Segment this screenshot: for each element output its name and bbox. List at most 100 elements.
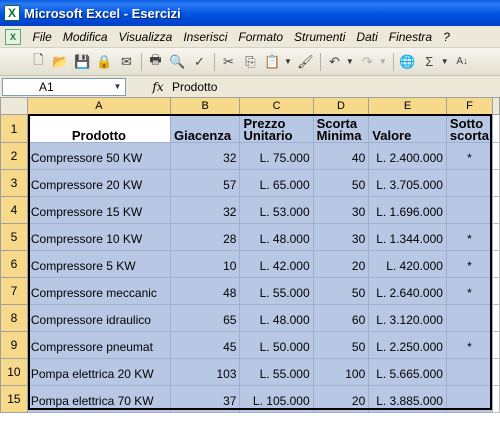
- cell-g[interactable]: [491, 196, 500, 224]
- cell-f[interactable]: *: [445, 142, 493, 170]
- cell-c[interactable]: L. 48.000: [239, 223, 314, 251]
- cell-a[interactable]: Pompa elettrica 70 KW: [26, 385, 171, 413]
- column-header-b[interactable]: B: [169, 97, 241, 115]
- cell-b[interactable]: 32: [169, 196, 241, 224]
- cell-c[interactable]: L. 65.000: [239, 169, 314, 197]
- new-icon[interactable]: 🗋: [28, 51, 49, 72]
- cell-f[interactable]: *: [445, 223, 493, 251]
- cell-a[interactable]: Compressore 15 KW: [26, 196, 171, 224]
- cell-g[interactable]: [491, 142, 500, 170]
- workbook-icon[interactable]: X: [5, 28, 21, 45]
- cell-a[interactable]: Compressore 10 KW: [26, 223, 171, 251]
- cell-a[interactable]: Compressore 50 KW: [26, 142, 171, 170]
- cell-e[interactable]: L. 3.705.000: [368, 169, 447, 197]
- email-icon[interactable]: ✉: [116, 51, 137, 72]
- print-icon[interactable]: 🖶: [145, 51, 166, 72]
- menu-file[interactable]: File: [27, 30, 57, 44]
- row-header[interactable]: 1: [0, 114, 28, 143]
- copy-icon[interactable]: ⎘: [240, 51, 261, 72]
- cell-b[interactable]: 103: [169, 358, 241, 386]
- cell-c[interactable]: L. 55.000: [239, 277, 314, 305]
- cell-f[interactable]: [445, 304, 493, 332]
- autosum-dropdown-icon[interactable]: ▼: [441, 57, 449, 66]
- cell-e[interactable]: L. 3.120.000: [368, 304, 447, 332]
- cell-a[interactable]: Compressore 5 KW: [26, 250, 171, 278]
- open-icon[interactable]: 📂: [50, 51, 71, 72]
- menu-help[interactable]: ?: [438, 30, 456, 44]
- cell-d[interactable]: 30: [312, 223, 370, 251]
- cell-e[interactable]: L. 1.696.000: [368, 196, 447, 224]
- menu-formato[interactable]: Formato: [233, 30, 289, 44]
- row-header[interactable]: 3: [0, 169, 28, 197]
- autosum-icon[interactable]: Σ: [419, 51, 440, 72]
- cell-d[interactable]: 30: [312, 196, 370, 224]
- cell-c[interactable]: L. 105.000: [239, 385, 314, 413]
- paste-icon[interactable]: 📋: [262, 51, 283, 72]
- cell-g[interactable]: [491, 250, 500, 278]
- cell-c[interactable]: L. 55.000: [239, 358, 314, 386]
- spelling-icon[interactable]: ✓: [189, 51, 210, 72]
- column-header-e[interactable]: E: [368, 97, 447, 115]
- cell-g[interactable]: [491, 385, 500, 413]
- cell-g[interactable]: [491, 358, 500, 386]
- format-painter-icon[interactable]: 🖌: [295, 51, 316, 72]
- cell-f[interactable]: [445, 169, 493, 197]
- cell-c[interactable]: L. 42.000: [239, 250, 314, 278]
- cell-a1[interactable]: Prodotto: [26, 114, 171, 143]
- cell-e[interactable]: L. 2.400.000: [368, 142, 447, 170]
- hyperlink-icon[interactable]: 🌐: [397, 51, 418, 72]
- menu-dati[interactable]: Dati: [351, 30, 383, 44]
- cell-d[interactable]: 50: [312, 331, 370, 359]
- column-header-g[interactable]: [491, 97, 500, 115]
- select-all-corner[interactable]: [0, 97, 28, 115]
- cell-d[interactable]: 50: [312, 169, 370, 197]
- redo-icon[interactable]: ↷: [357, 51, 378, 72]
- cell-e1[interactable]: Valore: [368, 114, 447, 143]
- column-header-c[interactable]: C: [239, 97, 314, 115]
- cell-g[interactable]: [491, 169, 500, 197]
- insert-function-icon[interactable]: fx: [146, 80, 170, 94]
- cell-e[interactable]: L. 2.250.000: [368, 331, 447, 359]
- worksheet-grid[interactable]: A B C D E F 1 Prodotto Giacenza Prezzo Un…: [0, 97, 500, 422]
- cell-b[interactable]: 45: [169, 331, 241, 359]
- cell-g1[interactable]: [491, 114, 500, 143]
- cell-f1[interactable]: Sotto scorta: [445, 114, 493, 143]
- cell-b[interactable]: 48: [169, 277, 241, 305]
- cell-a[interactable]: Compressore idraulico: [26, 304, 171, 332]
- menu-modifica[interactable]: Modifica: [57, 30, 113, 44]
- cell-e[interactable]: L. 2.640.000: [368, 277, 447, 305]
- cell-d[interactable]: 20: [312, 250, 370, 278]
- column-header-f[interactable]: F: [445, 97, 493, 115]
- chevron-down-icon[interactable]: ▼: [111, 80, 124, 94]
- menu-inserisci[interactable]: Inserisci: [178, 30, 233, 44]
- formula-input[interactable]: Prodotto: [172, 80, 217, 94]
- cell-b[interactable]: 10: [169, 250, 241, 278]
- row-header[interactable]: 7: [0, 277, 28, 305]
- cell-c[interactable]: L. 53.000: [239, 196, 314, 224]
- row-header[interactable]: 5: [0, 223, 28, 251]
- menu-finestra[interactable]: Finestra: [383, 30, 437, 44]
- cell-f[interactable]: [445, 385, 493, 413]
- cell-d1[interactable]: Scorta Minima: [312, 114, 370, 143]
- row-header[interactable]: 9: [0, 331, 28, 359]
- column-header-d[interactable]: D: [312, 97, 370, 115]
- paste-dropdown-icon[interactable]: ▼: [284, 57, 292, 66]
- cell-g[interactable]: [491, 277, 500, 305]
- row-header[interactable]: 6: [0, 250, 28, 278]
- cell-e[interactable]: L. 420.000: [368, 250, 447, 278]
- undo-dropdown-icon[interactable]: ▼: [346, 57, 354, 66]
- cell-c1[interactable]: Prezzo Unitario: [239, 114, 314, 143]
- name-box[interactable]: A1 ▼: [2, 78, 126, 96]
- cell-b[interactable]: 28: [169, 223, 241, 251]
- cell-g[interactable]: [491, 304, 500, 332]
- cell-d[interactable]: 40: [312, 142, 370, 170]
- cell-a[interactable]: Compressore meccanic: [26, 277, 171, 305]
- save-icon[interactable]: 💾: [72, 51, 93, 72]
- cut-icon[interactable]: ✂: [218, 51, 239, 72]
- sort-ascending-icon[interactable]: A↓: [452, 51, 473, 72]
- cell-e[interactable]: L. 1.344.000: [368, 223, 447, 251]
- cell-d[interactable]: 60: [312, 304, 370, 332]
- cell-c[interactable]: L. 48.000: [239, 304, 314, 332]
- cell-g[interactable]: [491, 223, 500, 251]
- redo-dropdown-icon[interactable]: ▼: [379, 57, 387, 66]
